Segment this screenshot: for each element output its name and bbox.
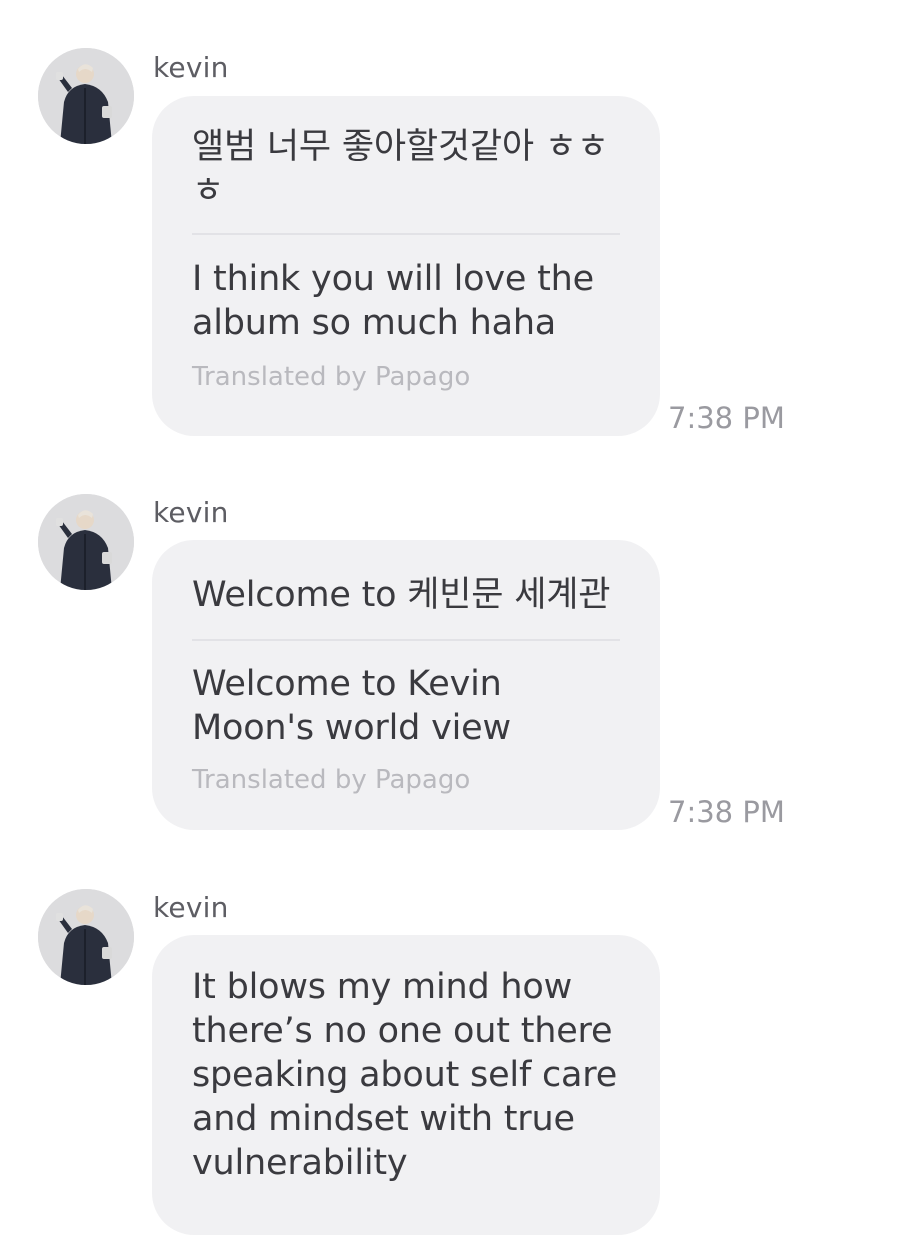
message-text: It blows my mind how there’s no one out … bbox=[192, 967, 618, 1183]
message-bubble[interactable]: It blows my mind how there’s no one out … bbox=[152, 935, 660, 1235]
sender-name: kevin bbox=[153, 51, 229, 84]
message-timestamp: 7:38 PM bbox=[668, 401, 785, 435]
avatar-image bbox=[38, 889, 134, 985]
bubble-divider bbox=[192, 233, 620, 235]
translation-credit: Translated by Papago bbox=[192, 362, 471, 392]
avatar-image bbox=[38, 494, 134, 590]
bubble-divider bbox=[192, 639, 620, 641]
chat-message: kevin 앨범 너무 좋아할것같아 ㅎㅎ ㅎ I think you will… bbox=[0, 0, 912, 460]
sender-name: kevin bbox=[153, 891, 229, 924]
translated-text: I think you will love the album so much … bbox=[192, 259, 594, 343]
sender-avatar[interactable] bbox=[38, 889, 134, 985]
translation-credit: Translated by Papago bbox=[192, 765, 471, 795]
avatar-image bbox=[38, 48, 134, 144]
translated-text: Welcome to Kevin Moon's world view bbox=[192, 664, 511, 748]
sender-avatar[interactable] bbox=[38, 494, 134, 590]
message-bubble[interactable]: Welcome to 케빈문 세계관 Welcome to Kevin Moon… bbox=[152, 540, 660, 830]
message-timestamp: 7:38 PM bbox=[668, 795, 785, 829]
original-text: Welcome to 케빈문 세계관 bbox=[192, 575, 611, 615]
sender-avatar[interactable] bbox=[38, 48, 134, 144]
message-bubble[interactable]: 앨범 너무 좋아할것같아 ㅎㅎ ㅎ I think you will love … bbox=[152, 96, 660, 436]
chat-message: kevin Welcome to 케빈문 세계관 Welcome to Kevi… bbox=[0, 460, 912, 855]
sender-name: kevin bbox=[153, 496, 229, 529]
chat-message: kevin It blows my mind how there’s no on… bbox=[0, 855, 912, 1235]
original-text: 앨범 너무 좋아할것같아 ㅎㅎ ㅎ bbox=[192, 127, 609, 211]
chat-screen: { "messages": [ { "sender": "kevin", "or… bbox=[0, 0, 912, 1235]
